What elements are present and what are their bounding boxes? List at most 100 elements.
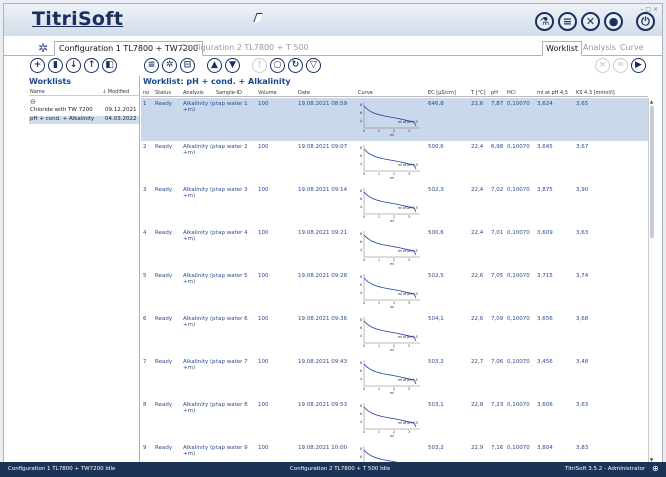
scrollbar-thumb[interactable] xyxy=(650,106,654,238)
cell-volume: 100 xyxy=(258,402,269,408)
curve-x-tick: 0 xyxy=(363,258,365,262)
cell-analysis-suffix: +m) xyxy=(183,451,196,457)
tab-worklist[interactable]: Worklist xyxy=(542,41,583,56)
titration-curve[interactable]: 8640123ml at pH 4,5ml xyxy=(358,143,424,181)
tab-curve[interactable]: Curve xyxy=(617,41,647,54)
curve-unit: ml xyxy=(390,391,394,395)
col-sample-id[interactable]: Sample-ID xyxy=(216,90,242,96)
cell-ph: 7,09 xyxy=(491,316,504,322)
warning-icon[interactable]: ! xyxy=(252,58,267,73)
cell-no: 4 xyxy=(143,230,147,236)
settings-icon[interactable]: ✲ xyxy=(162,58,177,73)
cell-analysis-suffix: +m) xyxy=(183,107,196,113)
cell-hcl: 0,10070 xyxy=(507,273,530,279)
curve-unit: ml xyxy=(390,348,394,352)
titration-curve[interactable]: 8640123ml at pH 4,5ml xyxy=(358,358,424,396)
worklist-item[interactable]: Chloride with TW 7200 09.12.2021 xyxy=(29,107,139,115)
power-icon[interactable]: ⏻ xyxy=(636,12,655,31)
table-row[interactable]: 6 Ready Alkalinity (p tap water 6 100 19.08.2… xyxy=(141,313,648,356)
col-temperature[interactable]: T [°C] xyxy=(471,90,486,96)
flask-icon[interactable]: ⚗ xyxy=(535,12,554,31)
cell-ks: 3,48 xyxy=(576,359,589,365)
col-status[interactable]: Status xyxy=(155,90,171,96)
cell-ml: 3,609 xyxy=(537,230,553,236)
col-date[interactable]: Date xyxy=(298,90,310,96)
curve-unit: ml xyxy=(390,305,394,309)
col-ph[interactable]: pH xyxy=(491,90,498,96)
status-bar: Configuration 1 TL7800 + TW7200 Idle Con… xyxy=(0,462,666,477)
curve-x-tick: 3 xyxy=(408,129,410,133)
titration-curve[interactable]: 8640123ml at pH 4,5ml xyxy=(358,186,424,224)
col-analysis[interactable]: Analysis xyxy=(183,90,204,96)
col-curve[interactable]: Curve xyxy=(358,90,373,96)
table-row[interactable]: 5 Ready Alkalinity (p tap water 5 100 19.08.2… xyxy=(141,270,648,313)
window-controls[interactable]: – □ × xyxy=(640,6,658,13)
table-row[interactable]: 3 Ready Alkalinity (p tap water 3 100 19.08.2… xyxy=(141,184,648,227)
stop-icon[interactable]: × xyxy=(595,58,610,73)
worklists-header: Name ↓ Modified xyxy=(29,88,139,96)
worklist-title: Worklist: pH + cond. + Alkalinity xyxy=(143,77,291,86)
database-icon[interactable]: ≡ xyxy=(558,12,577,31)
search-icon[interactable]: ○ xyxy=(270,58,285,73)
titration-curve[interactable]: 8640123ml at pH 4,5ml xyxy=(358,229,424,267)
gear-icon[interactable]: ✲ xyxy=(38,41,48,55)
cell-ks: 3,65 xyxy=(576,101,589,107)
cell-ec: 500,6 xyxy=(428,144,444,150)
curve-unit: ml xyxy=(390,176,394,180)
tab-config2[interactable]: Configuration 2 TL7800 + T 500 xyxy=(176,41,313,54)
col-ml[interactable]: ml at pH 4,5 xyxy=(537,90,568,96)
col-volume[interactable]: Volume xyxy=(258,90,277,96)
table-row[interactable]: 8 Ready Alkalinity (p tap water 8 100 19.08.2… xyxy=(141,399,648,442)
tools-icon[interactable]: ✕ xyxy=(581,12,600,31)
scroll-up-icon[interactable]: ▲ xyxy=(650,99,653,104)
col-no[interactable]: no xyxy=(143,90,149,96)
col-hcl[interactable]: HCl xyxy=(507,90,516,96)
app-window: TitriSoft ⚗ ≡ ✕ ● ⏻ – □ × ✲ Configuratio… xyxy=(3,3,663,474)
curve-x-tick: 0 xyxy=(363,215,365,219)
curve-x-tick: 0 xyxy=(363,344,365,348)
info-icon[interactable]: ⊕ xyxy=(652,464,659,473)
import-icon[interactable]: ↓ xyxy=(66,58,81,73)
titration-curve[interactable]: 8640123ml at pH 4,5ml xyxy=(358,100,424,138)
cell-status: Ready xyxy=(155,359,173,365)
col-ec[interactable]: EC [µS/cm] xyxy=(428,90,456,96)
table-row[interactable]: 7 Ready Alkalinity (p tap water 7 100 19.08.2… xyxy=(141,356,648,399)
copy-icon[interactable]: ◧ xyxy=(102,58,117,73)
curve-unit: ml xyxy=(390,219,394,223)
col-name[interactable]: Name xyxy=(30,89,45,95)
titration-curve[interactable]: 8640123ml at pH 4,5ml xyxy=(358,401,424,439)
vertical-scrollbar[interactable]: ▲ ▼ xyxy=(648,98,655,463)
cell-sample: tap water 5 xyxy=(216,273,248,279)
curve-y-tick: 4 xyxy=(360,119,362,123)
print-icon[interactable]: ⊟ xyxy=(180,58,195,73)
export-icon[interactable]: ↑ xyxy=(84,58,99,73)
table-row[interactable]: 4 Ready Alkalinity (p tap water 4 100 19.08.2… xyxy=(141,227,648,270)
cell-volume: 100 xyxy=(258,144,269,150)
cell-hcl: 0,10070 xyxy=(507,445,530,451)
worklist-item[interactable]: pH + cond. + Alkalinity 04.03.2022 xyxy=(29,116,139,124)
add-icon[interactable]: + xyxy=(30,58,45,73)
table-row[interactable]: 1 Ready Alkalinity (p tap water 1 100 19.08.2… xyxy=(141,98,648,141)
table-row[interactable]: 2 Ready Alkalinity (p tap water 2 100 19.08.2… xyxy=(141,141,648,184)
col-modified[interactable]: ↓ Modified xyxy=(102,89,129,95)
curve-y-tick: 8 xyxy=(360,447,362,451)
cell-volume: 100 xyxy=(258,273,269,279)
play-icon[interactable]: ▶ xyxy=(631,58,646,73)
list-icon[interactable]: ≡ xyxy=(144,58,159,73)
delete-icon[interactable]: ▮ xyxy=(48,58,63,73)
titration-curve[interactable]: 8640123ml at pH 4,5ml xyxy=(358,272,424,310)
collapse-icon[interactable]: ⊖ xyxy=(30,98,36,106)
move-up-icon[interactable]: ▲ xyxy=(207,58,222,73)
cell-no: 2 xyxy=(143,144,147,150)
filter-icon[interactable]: ▽ xyxy=(306,58,321,73)
user-icon[interactable]: ● xyxy=(604,12,623,31)
worklists-pane: Worklists Name ↓ Modified ⊖ Chloride wit… xyxy=(4,76,140,463)
refresh-icon[interactable]: ↻ xyxy=(288,58,303,73)
titration-curve[interactable]: 8640123ml at pH 4,5ml xyxy=(358,315,424,353)
cell-t: 22,4 xyxy=(471,144,484,150)
tab-analysis[interactable]: Analysis xyxy=(580,41,619,54)
pause-icon[interactable]: = xyxy=(613,58,628,73)
move-down-icon[interactable]: ▼ xyxy=(225,58,240,73)
col-ks[interactable]: KS 4.3 [mmol/l] xyxy=(576,90,615,96)
curve-label: ml at pH 4,5 xyxy=(398,206,418,210)
